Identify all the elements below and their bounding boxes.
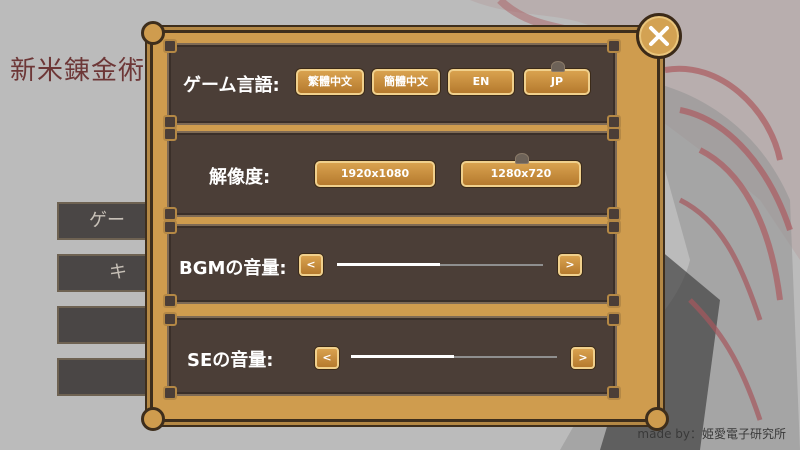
language-option-traditional-chinese[interactable]: 繁體中文 [296, 69, 364, 95]
bgm-volume-label: BGMの音量: [179, 258, 287, 279]
frame-ornament [141, 21, 165, 45]
resolution-option-1920x1080[interactable]: 1920x1080 [315, 161, 435, 187]
language-option-english[interactable]: EN [448, 69, 514, 95]
se-volume-decrease-button[interactable]: < [315, 347, 339, 369]
frame-ornament [141, 407, 165, 431]
language-option-simplified-chinese[interactable]: 簡體中文 [372, 69, 440, 95]
close-button[interactable] [636, 13, 682, 59]
bgm-volume-decrease-button[interactable]: < [299, 254, 323, 276]
language-panel: ゲーム言語: 繁體中文 簡體中文 EN JP [163, 39, 621, 129]
resolution-label: 解像度: [209, 167, 271, 188]
bgm-volume-fill [337, 263, 440, 266]
se-volume-panel: SEの音量: < > [163, 312, 621, 400]
language-option-japanese[interactable]: JP [524, 61, 590, 95]
frame-ornament [645, 407, 669, 431]
close-x-icon [649, 26, 669, 46]
settings-dialog: ゲーム言語: 繁體中文 簡體中文 EN JP 解像度: 1920x1080 12… [141, 21, 669, 431]
resolution-panel: 解像度: 1920x1080 1280x720 [163, 127, 621, 221]
bgm-volume-increase-button[interactable]: > [558, 254, 582, 276]
se-volume-fill [351, 355, 454, 358]
language-label: ゲーム言語: [183, 75, 280, 96]
se-volume-label: SEの音量: [187, 350, 274, 371]
se-volume-increase-button[interactable]: > [571, 347, 595, 369]
se-volume-slider[interactable] [351, 355, 557, 358]
bgm-volume-slider[interactable] [337, 263, 543, 266]
bgm-volume-panel: BGMの音量: < > [163, 220, 621, 308]
resolution-option-1280x720[interactable]: 1280x720 [461, 153, 581, 187]
